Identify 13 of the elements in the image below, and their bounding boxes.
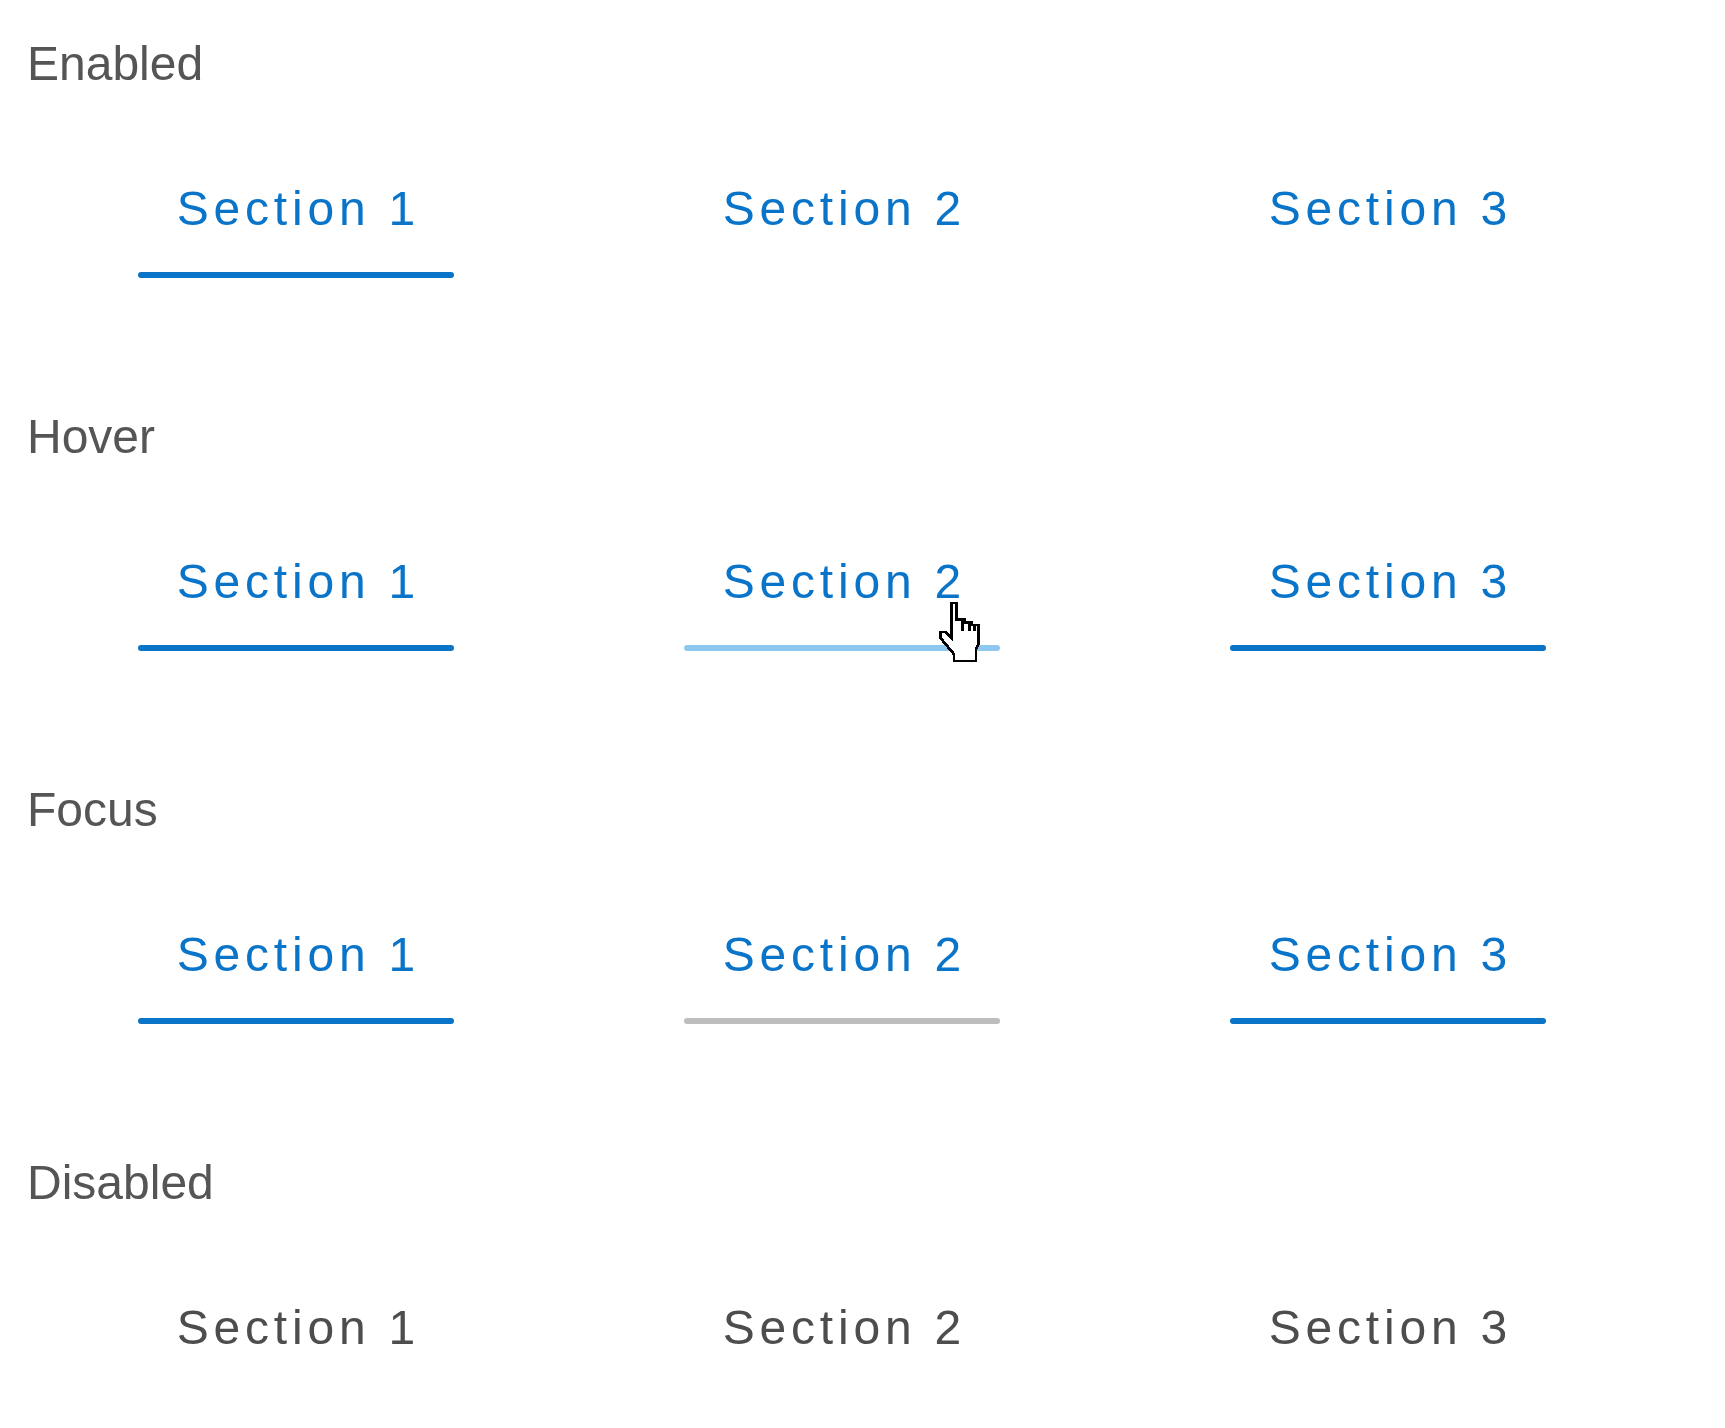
tab[interactable]: Section 3 bbox=[1230, 557, 1546, 651]
tab[interactable]: Section 1 bbox=[138, 930, 454, 1024]
tab[interactable]: Section 3 bbox=[1230, 930, 1546, 1024]
state-label: Disabled bbox=[26, 1158, 214, 1208]
state-label: Hover bbox=[26, 412, 156, 462]
tab[interactable]: Section 2 bbox=[684, 930, 1000, 1024]
tab[interactable]: Section 1 bbox=[138, 184, 454, 278]
tab[interactable]: Section 3 bbox=[1230, 184, 1546, 278]
tab[interactable]: Section 1 bbox=[138, 557, 454, 651]
hand-cursor-icon bbox=[936, 601, 983, 663]
state-label: Enabled bbox=[26, 39, 204, 89]
state-label: Focus bbox=[26, 785, 158, 835]
tab[interactable]: Section 2 bbox=[684, 184, 1000, 278]
